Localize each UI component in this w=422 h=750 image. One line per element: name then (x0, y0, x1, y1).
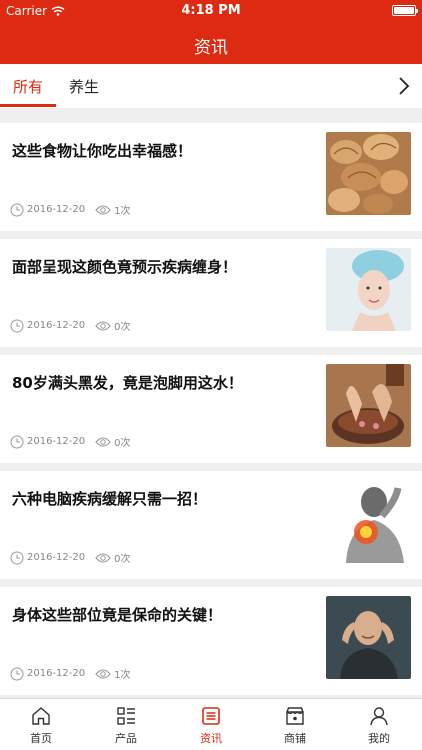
tabbar-label: 首页 (30, 732, 52, 745)
clock-icon (10, 203, 24, 216)
article-item[interactable]: 面部呈现这颜色竟预示疾病缠身！ 2016-12-20 0次 (0, 239, 422, 347)
clock-icon (10, 551, 24, 564)
tabbar-label: 资讯 (200, 732, 222, 745)
article-list: 这些食物让你吃出幸福感！ 2016-12-20 1次 面部呈现这颜色竟预示疾病缠… (0, 108, 422, 698)
tabbar-label: 我的 (368, 732, 390, 745)
tab-active-indicator (0, 104, 56, 107)
page-title: 资讯 (194, 38, 228, 58)
article-views: 0次 (114, 322, 131, 333)
article-thumbnail (326, 364, 411, 447)
eye-icon (95, 437, 111, 446)
chevron-right-icon[interactable] (396, 76, 412, 96)
status-bar: Carrier 4:18 PM (0, 0, 422, 22)
category-tabs: 所有 养生 (0, 64, 422, 108)
article-date: 2016-12-20 (27, 320, 86, 331)
article-views: 1次 (114, 670, 131, 681)
article-item[interactable]: 这些食物让你吃出幸福感！ 2016-12-20 1次 (0, 123, 422, 231)
article-meta: 2016-12-20 0次 (10, 550, 131, 565)
article-meta: 2016-12-20 0次 (10, 318, 131, 333)
tab-all[interactable]: 所有 (13, 76, 43, 97)
battery-icon (392, 5, 418, 16)
article-meta: 2016-12-20 1次 (10, 666, 131, 681)
tabbar-label: 产品 (115, 732, 137, 745)
eye-icon (95, 553, 111, 562)
article-thumbnail (326, 132, 411, 215)
article-thumbnail (326, 480, 411, 563)
article-title: 身体这些部位竟是保命的关键！ (12, 606, 223, 624)
article-views: 1次 (114, 206, 131, 217)
article-item[interactable]: 80岁满头黑发，竟是泡脚用这水！ 2016-12-20 0次 (0, 355, 422, 463)
bottom-tab-bar: 首页 产品 资讯 商铺 我的 (0, 698, 422, 750)
article-meta: 2016-12-20 0次 (10, 434, 131, 449)
article-thumbnail (326, 596, 411, 679)
tabbar-item-home[interactable]: 首页 (11, 705, 71, 746)
article-views: 0次 (114, 554, 131, 565)
clock-icon (10, 435, 24, 448)
eye-icon (95, 669, 111, 678)
article-date: 2016-12-20 (27, 436, 86, 447)
shop-icon (286, 707, 304, 725)
clock-icon (10, 667, 24, 680)
article-views: 0次 (114, 438, 131, 449)
tab-health[interactable]: 养生 (69, 76, 99, 97)
tabbar-label: 商铺 (284, 732, 306, 745)
product-grid-icon (117, 707, 135, 725)
profile-icon (370, 707, 388, 726)
tabbar-item-profile[interactable]: 我的 (349, 705, 409, 746)
article-item[interactable]: 身体这些部位竟是保命的关键！ 2016-12-20 1次 (0, 587, 422, 695)
article-meta: 2016-12-20 1次 (10, 202, 131, 217)
article-date: 2016-12-20 (27, 668, 86, 679)
article-thumbnail (326, 248, 411, 331)
eye-icon (95, 205, 111, 214)
article-title: 面部呈现这颜色竟预示疾病缠身！ (12, 258, 238, 276)
tabbar-item-shop[interactable]: 商铺 (265, 705, 325, 746)
app-header: Carrier 4:18 PM 资讯 (0, 0, 422, 64)
article-title: 这些食物让你吃出幸福感！ (12, 142, 193, 160)
article-date: 2016-12-20 (27, 204, 86, 215)
tabbar-item-products[interactable]: 产品 (96, 705, 156, 746)
article-date: 2016-12-20 (27, 552, 86, 563)
clock-icon (10, 319, 24, 332)
home-icon (32, 707, 50, 725)
news-icon (202, 707, 220, 725)
eye-icon (95, 321, 111, 330)
article-title: 80岁满头黑发，竟是泡脚用这水！ (12, 374, 243, 392)
tabbar-item-news[interactable]: 资讯 (181, 705, 241, 746)
article-title: 六种电脑疾病缓解只需一招！ (12, 490, 208, 508)
article-item[interactable]: 六种电脑疾病缓解只需一招！ 2016-12-20 0次 (0, 471, 422, 579)
status-time: 4:18 PM (181, 3, 241, 18)
